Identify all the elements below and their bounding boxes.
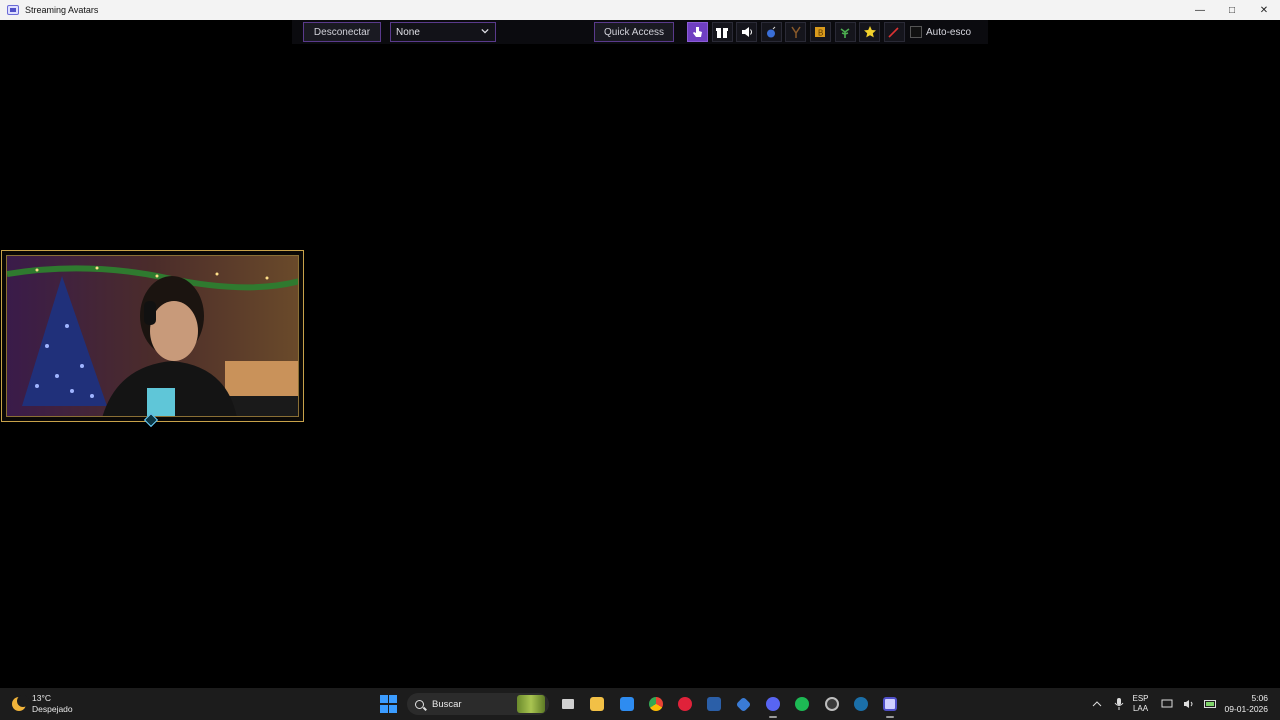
toolbar: Desconectar None Quick Access B Auto-esc… <box>292 20 988 44</box>
svg-text:B: B <box>818 29 823 38</box>
avatar-select-value: None <box>396 26 420 38</box>
battery-icon[interactable] <box>1203 696 1219 712</box>
action-icons: B <box>687 22 908 42</box>
volume-icon[interactable] <box>1181 696 1197 712</box>
steam-icon[interactable] <box>850 693 872 715</box>
weather-condition: Despejado <box>32 704 73 714</box>
gift-icon[interactable] <box>711 22 733 42</box>
auto-escape-toggle[interactable]: Auto-esco <box>910 24 971 40</box>
slingshot-icon[interactable] <box>785 22 807 42</box>
microphone-icon[interactable] <box>1111 696 1127 712</box>
app-gear-icon[interactable] <box>821 693 843 715</box>
taskbar-apps: Buscar <box>379 692 909 718</box>
task-view-icon[interactable] <box>557 693 579 715</box>
streaming-avatars-icon[interactable] <box>879 693 901 718</box>
chevron-up-icon[interactable] <box>1089 696 1105 712</box>
hand-pointer-icon[interactable] <box>687 22 708 42</box>
auto-escape-checkbox[interactable] <box>910 26 922 38</box>
language-bottom: LAA <box>1132 704 1149 713</box>
auto-escape-label: Auto-esco <box>926 26 972 38</box>
minimize-button[interactable]: — <box>1184 0 1216 20</box>
webcam-preview <box>6 255 299 417</box>
chrome-icon[interactable] <box>645 693 667 715</box>
system-tray: ESP LAA 5:06 09-01-2026 <box>1089 688 1280 720</box>
bomb-icon[interactable] <box>760 22 782 42</box>
search-placeholder: Buscar <box>432 698 462 710</box>
quick-access-button[interactable]: Quick Access <box>594 22 674 42</box>
weather-temp: 13°C <box>32 693 51 703</box>
window-controls: — □ ✕ <box>1184 0 1280 20</box>
close-button[interactable]: ✕ <box>1248 0 1280 20</box>
disconnect-button[interactable]: Desconectar <box>303 22 381 42</box>
avatar-select[interactable]: None <box>390 22 496 42</box>
store-icon[interactable] <box>616 693 638 715</box>
language-top: ESP <box>1132 694 1149 703</box>
discord-icon[interactable] <box>762 693 784 718</box>
avatar-frame[interactable] <box>1 250 304 422</box>
windows-start-icon[interactable] <box>379 694 399 714</box>
taskbar: 13°C Despejado Buscar ESP LAA 5:06 09-01… <box>0 688 1280 720</box>
network-icon[interactable] <box>1159 696 1175 712</box>
window-title: Streaming Avatars <box>25 5 99 15</box>
app-icon <box>7 5 19 15</box>
search-icon <box>415 699 424 709</box>
vscode-icon[interactable] <box>703 693 725 715</box>
maximize-button[interactable]: □ <box>1216 0 1248 20</box>
weather-widget[interactable]: 13°C Despejado <box>12 693 73 715</box>
clock[interactable]: 5:06 09-01-2026 <box>1225 693 1268 715</box>
bits-icon[interactable]: B <box>809 22 831 42</box>
clock-date: 09-01-2026 <box>1224 704 1268 714</box>
star-icon[interactable] <box>859 22 881 42</box>
taskbar-search[interactable]: Buscar <box>407 693 549 715</box>
file-explorer-icon[interactable] <box>586 693 608 715</box>
clock-time: 5:06 <box>1251 693 1268 703</box>
chevron-down-icon <box>481 28 489 34</box>
app-blue-icon[interactable] <box>733 693 755 715</box>
language-indicator[interactable]: ESP LAA <box>1133 694 1149 714</box>
moon-icon <box>12 695 29 711</box>
plant-icon[interactable] <box>834 22 856 42</box>
app-red-icon[interactable] <box>674 693 696 715</box>
search-highlight-image <box>517 695 545 713</box>
title-bar: Streaming Avatars — □ ✕ <box>0 0 1280 20</box>
webcam-image <box>7 256 298 416</box>
spotify-icon[interactable] <box>791 693 813 715</box>
sword-icon[interactable] <box>883 22 905 42</box>
speaker-icon[interactable] <box>736 22 758 42</box>
